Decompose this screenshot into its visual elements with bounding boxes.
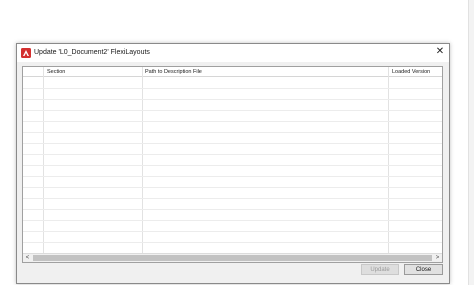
grid-row-line: [23, 220, 442, 221]
grid-column-divider: [142, 67, 143, 253]
grid-row-line: [23, 154, 442, 155]
close-button[interactable]: Close: [404, 264, 443, 275]
update-button[interactable]: Update: [361, 264, 399, 275]
grid-row-line: [23, 198, 442, 199]
grid-header: Section Path to Description File Loaded …: [23, 67, 442, 77]
horizontal-scrollbar[interactable]: < >: [23, 253, 442, 262]
column-header-loaded-version[interactable]: Loaded Version: [392, 67, 442, 77]
grid-row-line: [23, 132, 442, 133]
update-flexilayouts-dialog: Update 'L0_Document2' FlexiLayouts ✕ Sec…: [16, 43, 450, 284]
grid-row-line: [23, 88, 442, 89]
app-logo-icon: [21, 48, 31, 58]
grid-row-line: [23, 165, 442, 166]
grid-row-line: [23, 176, 442, 177]
background-window-edge: [468, 0, 474, 285]
grid-row-line: [23, 209, 442, 210]
column-header-section[interactable]: Section: [47, 67, 137, 77]
scroll-right-arrow-icon[interactable]: >: [433, 254, 442, 262]
scrollbar-thumb[interactable]: [33, 255, 432, 261]
grid-row-line: [23, 242, 442, 243]
dialog-title: Update 'L0_Document2' FlexiLayouts: [34, 49, 150, 56]
grid-row-line: [23, 143, 442, 144]
grid-row-line: [23, 187, 442, 188]
flexilayouts-grid[interactable]: Section Path to Description File Loaded …: [22, 66, 443, 263]
dialog-titlebar: Update 'L0_Document2' FlexiLayouts ✕: [17, 44, 449, 62]
grid-column-divider: [388, 67, 389, 253]
grid-row-line: [23, 110, 442, 111]
grid-row-line: [23, 121, 442, 122]
grid-row-line: [23, 99, 442, 100]
grid-column-divider: [43, 67, 44, 253]
column-header-path[interactable]: Path to Description File: [145, 67, 345, 77]
scroll-left-arrow-icon[interactable]: <: [23, 254, 32, 262]
close-icon[interactable]: ✕: [434, 46, 446, 58]
grid-row-line: [23, 231, 442, 232]
